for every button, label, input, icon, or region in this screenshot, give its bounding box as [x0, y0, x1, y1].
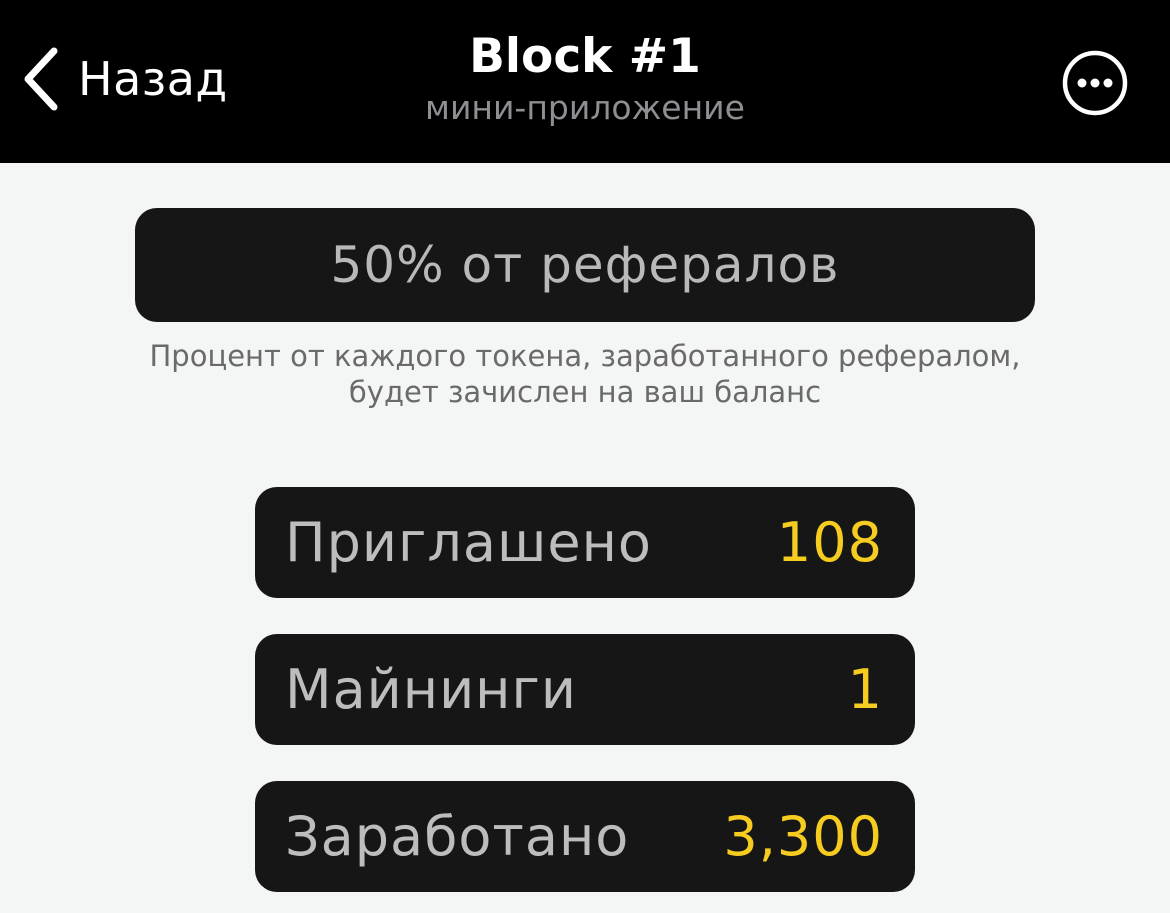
- header-title-group: Block #1 мини-приложение: [0, 28, 1170, 128]
- stat-label: Майнинги: [285, 658, 577, 721]
- referral-percent-banner: 50% от рефералов: [135, 208, 1035, 322]
- stat-label: Заработано: [285, 805, 630, 868]
- referral-percent-text: 50% от рефералов: [330, 236, 840, 294]
- page-title: Block #1: [469, 29, 701, 84]
- stat-minings: Майнинги 1: [255, 634, 915, 745]
- more-horizontal-icon: [1062, 50, 1128, 120]
- stat-value: 108: [776, 511, 883, 574]
- referral-description: Процент от каждого токена, заработанного…: [149, 339, 1021, 409]
- stat-value: 1: [847, 658, 883, 721]
- stat-invited: Приглашено 108: [255, 487, 915, 598]
- more-button[interactable]: [1062, 50, 1128, 116]
- stat-label: Приглашено: [285, 511, 652, 574]
- stat-earned: Заработано 3,300: [255, 781, 915, 892]
- page-subtitle: мини-приложение: [425, 88, 745, 127]
- stat-value: 3,300: [723, 805, 883, 868]
- app-header: Назад Block #1 мини-приложение: [0, 0, 1170, 163]
